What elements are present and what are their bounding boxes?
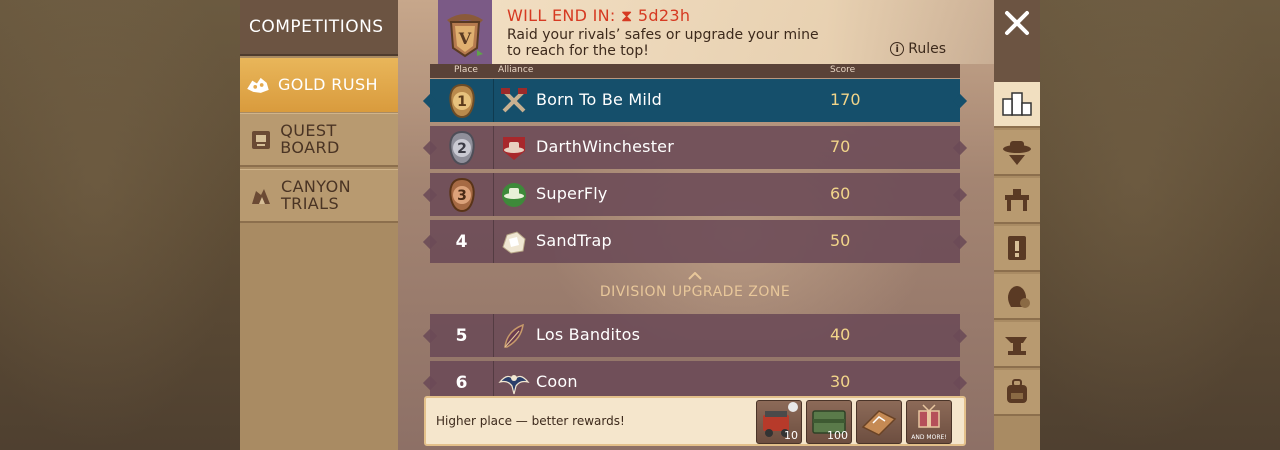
- alliance-score: 170: [830, 90, 861, 109]
- close-icon[interactable]: [1004, 10, 1030, 36]
- leaderboard-icon: [1002, 92, 1032, 116]
- tab-inventory[interactable]: [994, 370, 1040, 416]
- rules-label: Rules: [908, 41, 946, 57]
- place-medal-gold: 1: [430, 79, 494, 122]
- menu-item-gold-rush[interactable]: GOLD RUSH: [240, 58, 398, 112]
- sand-rock-icon: [498, 226, 530, 258]
- reward-box[interactable]: [856, 400, 902, 444]
- tab-cowboy[interactable]: [994, 130, 1040, 176]
- place-number: 1: [457, 94, 467, 110]
- background-left: [0, 0, 240, 450]
- alliance-name: Los Banditos: [536, 325, 641, 344]
- tab-resources[interactable]: [994, 274, 1040, 320]
- chevron-up-icon: [688, 272, 702, 280]
- row-notch: [952, 328, 968, 344]
- anvil-icon: [1005, 337, 1027, 355]
- green-cowboy-hat-icon: [498, 179, 530, 211]
- table-row[interactable]: 5 Los Banditos 40: [422, 314, 968, 357]
- reward-more[interactable]: AND MORE!: [906, 400, 952, 444]
- rewards-bar: Higher place — better rewards! 10 100 AN…: [424, 396, 966, 446]
- crossed-axes-icon: [498, 85, 530, 117]
- column-header-score: Score: [830, 65, 856, 75]
- menu-item-label: GOLD RUSH: [278, 74, 378, 94]
- row-notch: [952, 93, 968, 109]
- division-badge: V: [438, 0, 492, 64]
- alliance-name: Coon: [536, 372, 578, 391]
- feather-icon: [498, 320, 530, 352]
- gold-nugget-icon: [246, 73, 270, 97]
- menu-item-label: QUEST BOARD: [280, 120, 340, 157]
- competitions-menu: COMPETITIONS GOLD RUSH QUEST BOARD CANYO…: [240, 0, 398, 450]
- rules-button[interactable]: i Rules: [890, 41, 946, 57]
- close-panel: [994, 0, 1040, 82]
- reward-crate[interactable]: 100: [806, 400, 852, 444]
- rewards-hint: Higher place — better rewards!: [436, 414, 625, 428]
- menu-item-canyon-trials[interactable]: CANYON TRIALS: [240, 169, 398, 223]
- table-row[interactable]: 1 Born To Be Mild 170: [422, 79, 968, 122]
- zone-label: DIVISION UPGRADE ZONE: [599, 284, 791, 300]
- workbench-icon: [1005, 189, 1029, 211]
- alliance-name: SuperFly: [536, 184, 608, 203]
- canyon-icon: [249, 184, 273, 208]
- money-bag-icon: [1008, 286, 1030, 308]
- row-notch: [952, 375, 968, 391]
- alliance-score: 50: [830, 231, 851, 250]
- eagle-icon: [498, 367, 530, 399]
- reward-count: 10: [784, 429, 798, 442]
- column-header-place: Place: [454, 65, 478, 75]
- gold-rush-panel: V WILL END IN: ⧗ 5d23h Raid your rivals’…: [398, 0, 994, 450]
- red-cowboy-hat-icon: [498, 132, 530, 164]
- alliance-name: Born To Be Mild: [536, 90, 662, 109]
- place-number: 3: [457, 188, 467, 204]
- right-tabs: [994, 82, 1040, 450]
- column-header-alliance: Alliance: [498, 65, 534, 75]
- alliance-score: 60: [830, 184, 851, 203]
- background-right: [1040, 0, 1280, 450]
- row-notch: [952, 234, 968, 250]
- place-medal-silver: 2: [430, 126, 494, 169]
- reward-mine-cart[interactable]: 10: [756, 400, 802, 444]
- box-icon: [861, 410, 897, 436]
- alliance-score: 70: [830, 137, 851, 156]
- menu-item-label: CANYON TRIALS: [281, 176, 351, 213]
- reward-count: 100: [827, 429, 848, 442]
- place-number: 2: [457, 141, 467, 157]
- place-medal-bronze: 3: [430, 173, 494, 216]
- table-row[interactable]: 3 SuperFly 60: [422, 173, 968, 216]
- tab-anvil[interactable]: [994, 322, 1040, 368]
- tab-workbench[interactable]: [994, 178, 1040, 224]
- tab-quests[interactable]: [994, 226, 1040, 272]
- menu-item-quest-board[interactable]: QUEST BOARD: [240, 113, 398, 167]
- quest-board-icon: [249, 128, 272, 152]
- table-row[interactable]: 2 DarthWinchester 70: [422, 126, 968, 169]
- cowboy-icon: [1003, 141, 1031, 165]
- alliance-name: SandTrap: [536, 231, 612, 250]
- info-icon: i: [890, 42, 905, 56]
- event-description: Raid your rivals’ safes or upgrade your …: [507, 27, 819, 59]
- timer-label: WILL END IN: ⧗ 5d23h: [507, 6, 691, 25]
- division-upgrade-zone: DIVISION UPGRADE ZONE: [430, 266, 960, 310]
- event-header: V WILL END IN: ⧗ 5d23h Raid your rivals’…: [438, 0, 994, 64]
- backpack-icon: [1007, 379, 1027, 403]
- badge-numeral: V: [458, 29, 472, 48]
- tab-leaderboard[interactable]: [994, 82, 1040, 128]
- row-notch: [952, 140, 968, 156]
- and-more-label: AND MORE!: [911, 434, 947, 441]
- table-row[interactable]: 4 SandTrap 50: [422, 220, 968, 263]
- quest-icon: [1008, 236, 1026, 260]
- table-header: Place Alliance Score: [430, 64, 960, 78]
- row-notch: [952, 187, 968, 203]
- alliance-score: 40: [830, 325, 851, 344]
- menu-title: COMPETITIONS: [240, 0, 398, 56]
- place-number: 4: [430, 220, 494, 263]
- alliance-name: DarthWinchester: [536, 137, 674, 156]
- place-number: 5: [430, 314, 494, 357]
- alliance-score: 30: [830, 372, 851, 391]
- gift-icon: [918, 404, 940, 428]
